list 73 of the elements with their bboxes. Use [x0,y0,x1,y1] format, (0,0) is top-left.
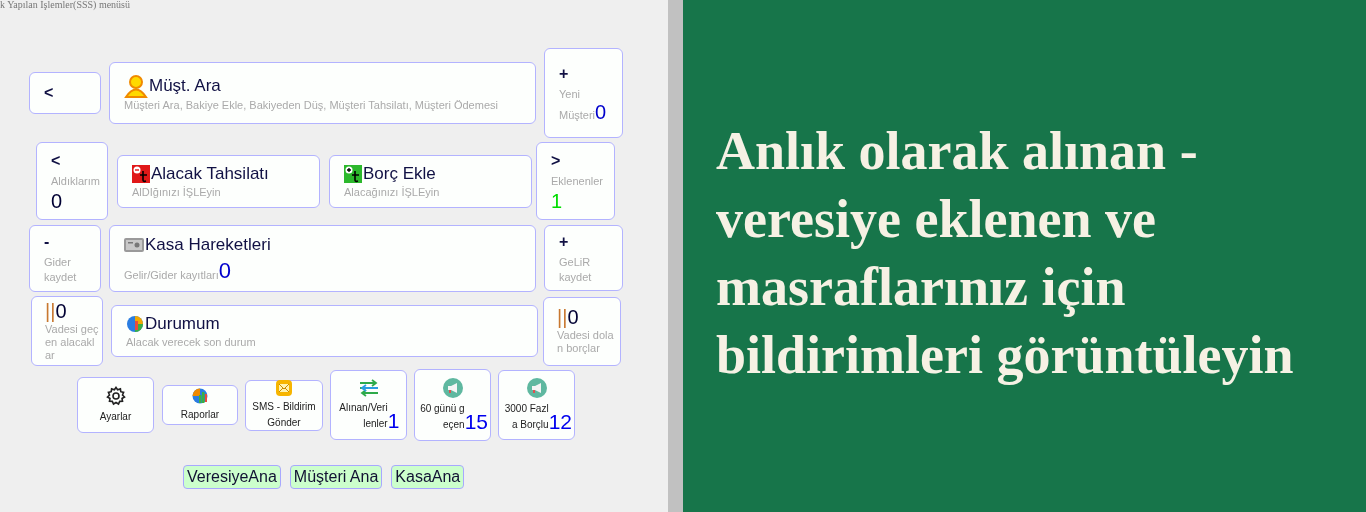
nav-button[interactable]: VeresiyeAna [183,465,281,489]
card-subtitle: Alacağınızı İŞLEyin [344,185,440,199]
menu-card[interactable]: Alacak Tahsilatı AlDIğınızı İŞLEyin [117,154,320,208]
tool-card[interactable]: Raporlar [162,385,238,425]
card-subtitle: Gelir/Gider kayıtları [124,269,219,282]
menu-caption: k Yapılan İşlemler(SSS) menüsü [0,0,130,10]
card-label: SMS - Bildirim Gönder [251,399,317,430]
card-label: 3000 Fazla Borçlu [503,401,549,432]
minus-square-icon [132,165,150,183]
card-label: Yeni Müşteri [559,87,596,121]
headline: Anlık olarak alınan - veresiye eklenen ve masraflarınız için bildirimleri görüntüleyin [716,120,1295,387]
nav-card[interactable]: > Eklenenler 1 [536,142,615,220]
card-label: Raporlar [180,407,220,422]
megaphone-icon [442,377,463,398]
envelope-icon [276,379,292,396]
card-label: Alınan/Verilenler [338,400,388,431]
safe-icon [124,237,144,253]
nav-button[interactable]: KasaAna [391,465,465,489]
person-icon [124,74,148,98]
count-value: 0 [55,299,67,322]
card-subtitle: Alacak verecek son durum [126,335,256,349]
card-label: Ayarlar [99,409,132,424]
card-title: Durumum [145,313,220,335]
nav-symbol: + [559,63,569,84]
nav-symbol: > [551,150,561,171]
card-title: Müşt. Ara [149,75,221,97]
plus-square-icon [344,165,362,183]
card-label: Eklenenler [551,174,603,187]
nav-card[interactable]: + GeLiR kaydet [544,225,623,291]
card-label: Vadesi geçen alacaklar [45,322,99,362]
count-value: 0 [218,260,231,282]
count-value: 0 [51,189,63,212]
nav-symbol: < [51,150,61,171]
nav-card[interactable]: - Gider kaydet [29,224,101,292]
menu-card[interactable]: Müşt. Ara Müşteri Ara, Bakiye Ekle, Bakiyeden Düş, Müşteri Tahsilatı, Müşteri Ödemesi [109,62,536,124]
count-value: 1 [551,189,563,212]
menu-card[interactable]: Borç Ekle Alacağınızı İŞLEyin [329,154,532,208]
nav-card[interactable]: < Aldıklarım 0 [36,142,108,220]
card-label: Vadesi dolan borçlar [557,329,615,355]
tool-card[interactable]: SMS - Bildirim Gönder [245,379,323,431]
due-card[interactable]: ||0 Vadesi dolan borçlar [543,296,621,366]
scrollbar[interactable] [668,0,683,512]
nav-card[interactable]: < [29,72,101,114]
nav-symbol: < [44,83,54,103]
card-label: Gider kaydet [44,256,77,283]
nav-symbol: + [559,232,569,252]
menu-card[interactable]: Kasa Hareketleri Gelir/Gider kayıtları0 [109,224,536,292]
bars-mark: || [557,306,568,328]
count-value: 12 [548,410,572,433]
pie-chart-icon [126,315,144,333]
count-value: 15 [464,410,488,433]
count-value: 0 [567,306,579,328]
count-value: 1 [387,409,400,432]
card-label: GeLiR kaydet [559,256,592,283]
tool-card[interactable]: Ayarlar [77,377,154,433]
settings-icon [105,385,126,406]
menu-card[interactable]: Durumum Alacak verecek son durum [111,305,538,357]
megaphone-icon [526,377,547,398]
card-label: 60 günü geçen [419,401,465,432]
swap-arrows-icon [357,378,380,397]
card-label: Aldıklarım [51,174,100,187]
bar-chart-icon [192,387,208,404]
count-value: 0 [595,100,607,123]
card-title: Alacak Tahsilatı [151,163,269,185]
card-title: Kasa Hareketleri [145,234,271,256]
nav-card[interactable]: + Yeni Müşteri0 [544,48,623,138]
bars-mark: || [45,299,56,322]
nav-button[interactable]: Müşteri Ana [289,465,383,489]
due-card[interactable]: ||0 Vadesi geçen alacaklar [31,296,103,366]
card-subtitle: AlDIğınızı İŞLEyin [132,185,221,199]
card-subtitle: Müşteri Ara, Bakiye Ekle, Bakiyeden Düş, Müşteri Tahsilatı, Müşteri Ödemesi [124,98,498,112]
nav-symbol: - [44,232,50,252]
card-title: Borç Ekle [363,163,436,185]
